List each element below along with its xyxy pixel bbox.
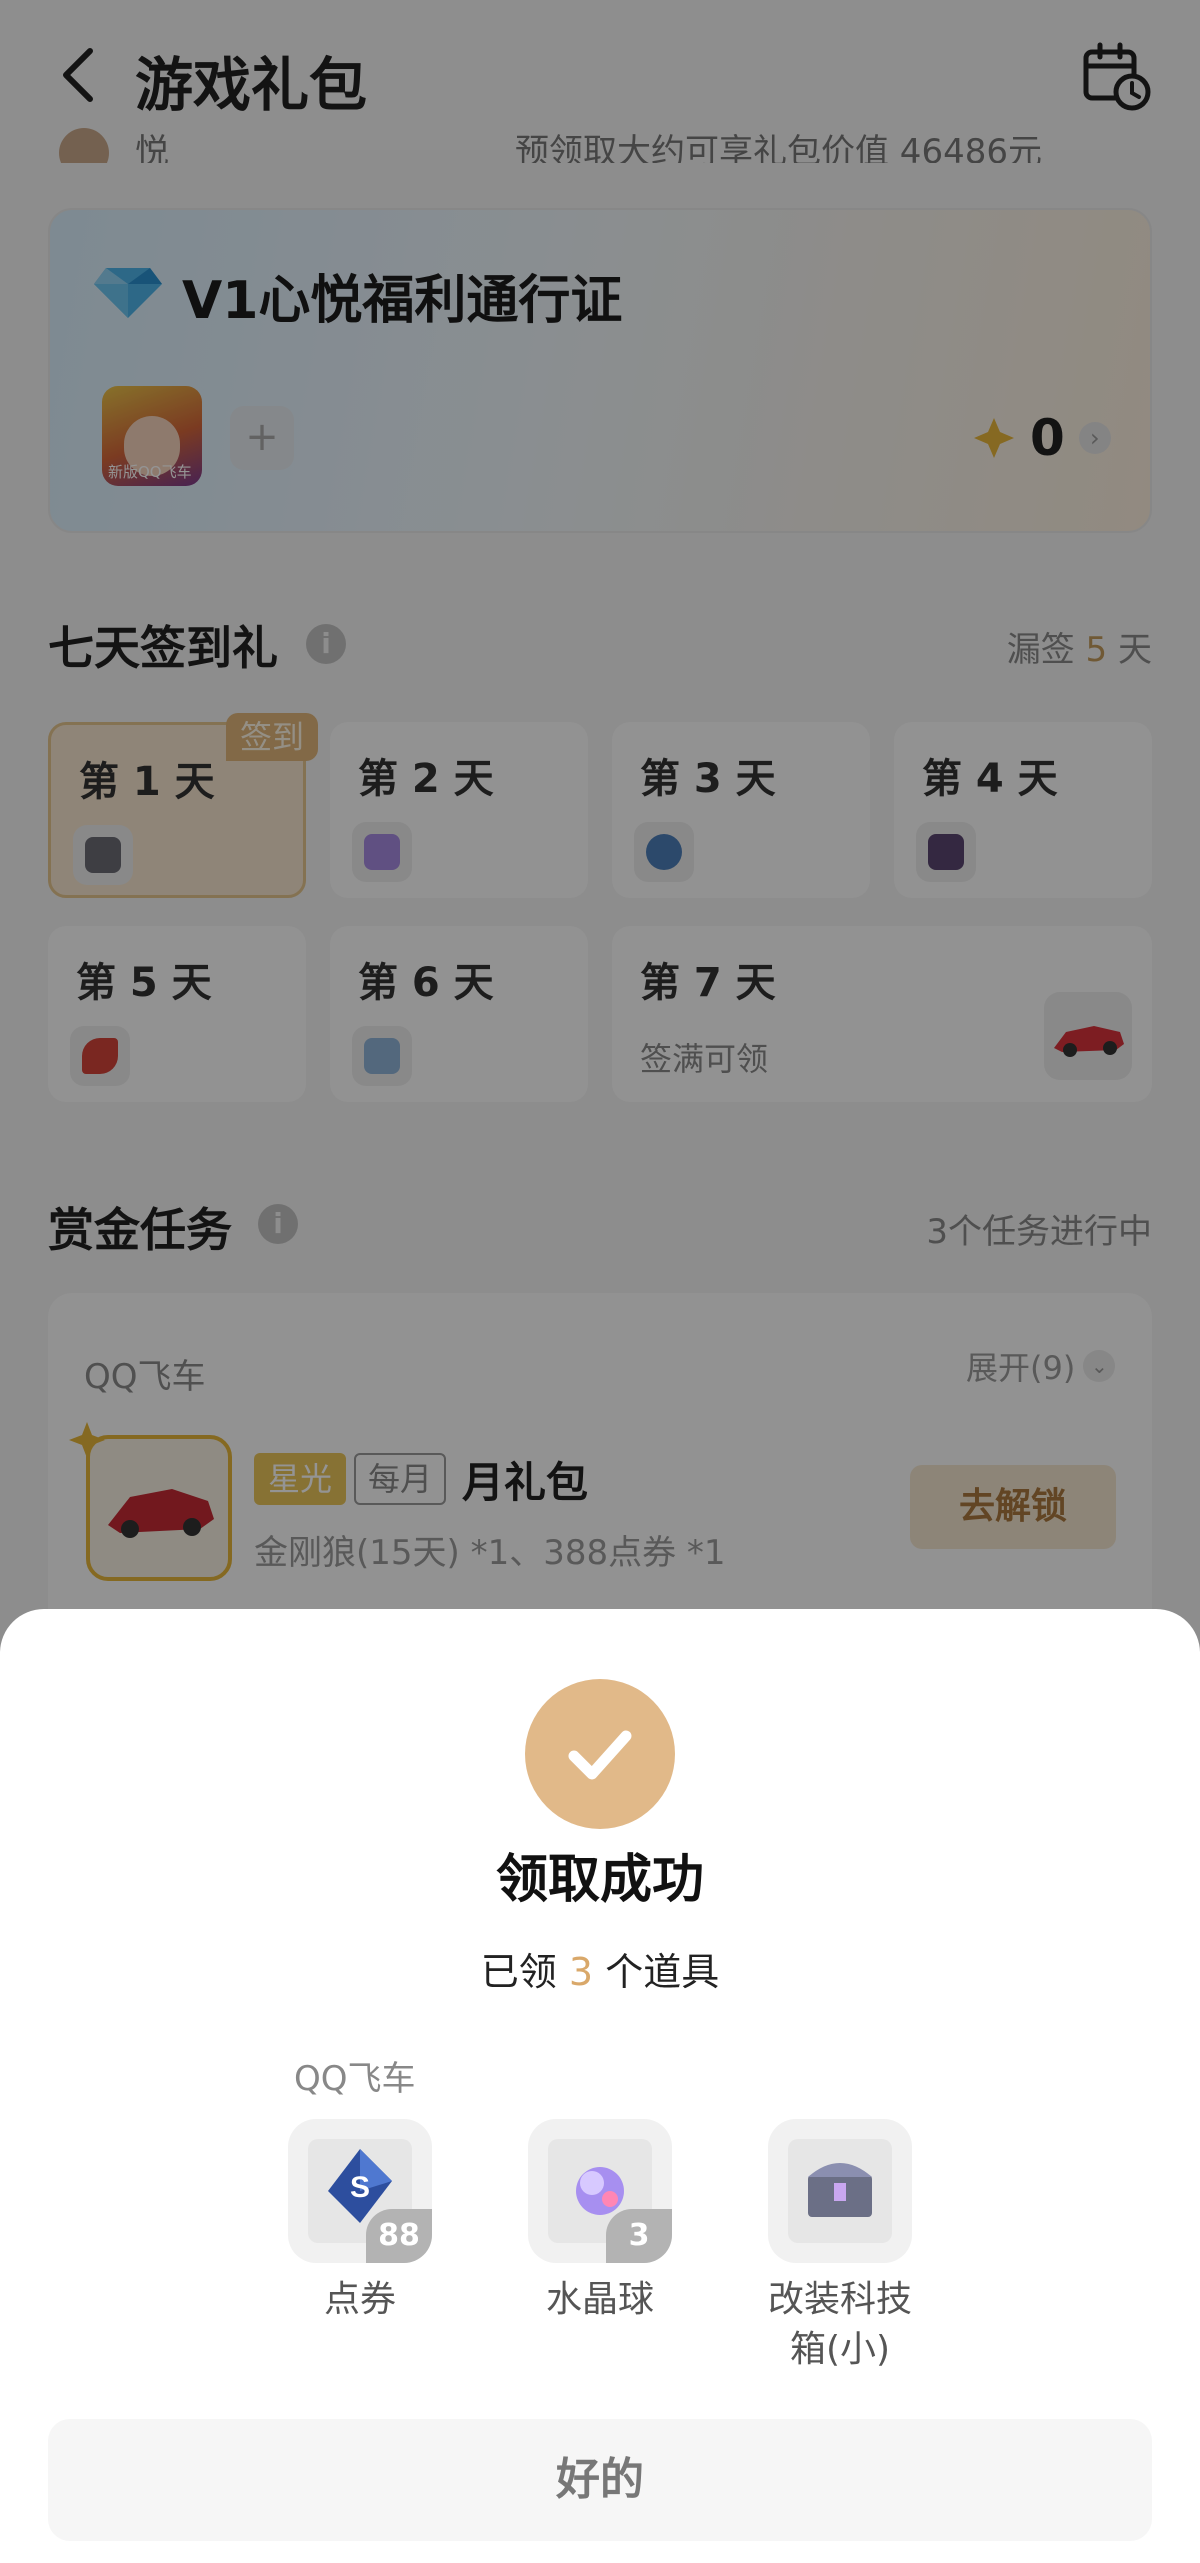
reward-item: S 88 点券 [288,2119,432,2325]
checkmark-icon [568,1730,632,1780]
reward-item: 3 水晶球 [528,2119,672,2325]
reward-qty: 88 [366,2209,432,2263]
ok-button[interactable]: 好的 [48,2419,1152,2541]
reward-name: 点券 [323,2279,396,2320]
svg-text:S: S [350,2171,370,2204]
coupon-icon: S 88 [288,2119,432,2263]
reward-game-name: QQ飞车 [294,2059,416,2099]
success-subtitle: 已领 3 个道具 [480,1950,720,1994]
reward-qty: 3 [606,2209,672,2263]
success-badge [525,1679,675,1829]
crystal-ball-icon: 3 [528,2119,672,2263]
success-sheet: 领取成功 已领 3 个道具 QQ飞车 S 88 点券 3 水晶球 改装科技箱(小… [0,1609,1200,2563]
reward-name: 水晶球 [545,2279,654,2320]
reward-name: 改装科技箱(小) [768,2279,913,2370]
tech-chest-icon [768,2119,912,2263]
success-title: 领取成功 [495,1850,704,1910]
reward-item: 改装科技箱(小) [768,2119,912,2375]
